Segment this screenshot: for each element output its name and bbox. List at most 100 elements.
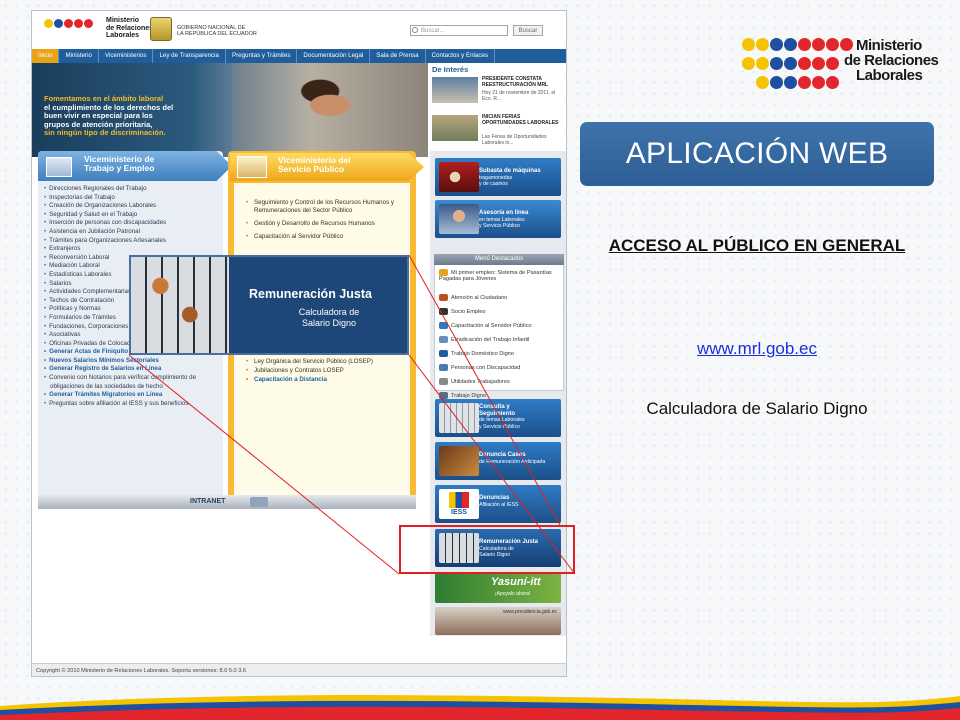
menu-item[interactable]: Trabajo Doméstico Digno xyxy=(439,350,563,357)
hero-banner: Fomentamos en el ámbito laboral el cumpl… xyxy=(32,63,428,157)
link-item[interactable]: Ley Orgánica del Servicio Público (LOSEP… xyxy=(246,358,410,366)
decent-work-icon xyxy=(439,392,448,399)
news-item[interactable]: PRESIDENTE CONSTATA REESTRUCTURACIÓN MRL… xyxy=(432,76,564,113)
menu-destacados-title: Menú Destacados xyxy=(434,254,564,265)
popup-subtitle: Calculadora de Salario Digno xyxy=(298,307,360,328)
link-item[interactable]: Seguridad y Salud en el Trabajo xyxy=(49,211,218,220)
menu-item[interactable]: Erradicación del Trabajo Infantil xyxy=(439,336,563,343)
news-desc: Las Ferias de Oportunidades Laborales in… xyxy=(482,134,547,146)
link-item[interactable]: Capacitación a Distancia xyxy=(246,376,410,384)
popup-title: Remuneración Justa xyxy=(249,287,372,301)
menu-item[interactable]: Utilidades Trabajadores xyxy=(439,378,563,385)
nav-viceministerios[interactable]: Viceministerios xyxy=(99,49,154,63)
acceso-publico-heading: ACCESO AL PÚBLICO EN GENERAL xyxy=(608,236,906,255)
menu-item[interactable]: Personas con Discapacidad xyxy=(439,364,563,371)
link-item[interactable]: Gestión y Desarrollo de Recursos Humanos xyxy=(246,220,410,228)
menu-item[interactable]: Atención al Ciudadano xyxy=(439,294,563,301)
first-job-icon xyxy=(439,269,448,276)
denuncia-casos-banner[interactable]: Denuncia Casos de Remuneración Anticipad… xyxy=(435,442,561,480)
denuncias-iess-banner[interactable]: IESS Denuncias Afiliación al IESS xyxy=(435,485,561,523)
intranet-label: INTRANET xyxy=(190,498,226,505)
denuncia-casos-label: Denuncia Casos de Remuneración Anticipad… xyxy=(479,452,546,465)
link-item[interactable]: Inserción de personas con discapacidades xyxy=(49,219,218,228)
banner-text: Fomentamos en el ámbito laboral el cumpl… xyxy=(44,94,174,137)
mrl-brand-logo xyxy=(742,38,854,94)
yasuni-banner[interactable]: Yasuní-itt ¡Apoyalo ahora! xyxy=(435,573,561,603)
consulta-banner[interactable]: Consulta y Seguimiento de temas Laborale… xyxy=(435,399,561,437)
disability-icon xyxy=(439,364,448,371)
servicio-link-list: Seguimiento y Control de los Recursos Hu… xyxy=(246,199,410,246)
menu-item[interactable]: Socio Empleo xyxy=(439,308,563,315)
site-search-input[interactable]: Buscar... xyxy=(410,25,508,36)
highlight-box xyxy=(399,525,575,574)
search-icon xyxy=(412,27,418,33)
iess-logo-icon: IESS xyxy=(439,489,479,519)
intranet-bar[interactable] xyxy=(38,495,416,509)
link-item[interactable]: Generar Registro de Salarios en Línea xyxy=(49,365,218,374)
presidencia-banner[interactable]: www.presidencia.gob.ec xyxy=(435,607,561,635)
government-label: GOBIERNO NACIONAL DE LA REPÚBLICA DEL EC… xyxy=(177,25,257,37)
menu-item[interactable]: Capacitación al Servidor Público xyxy=(439,322,563,329)
nav-documentacion-legal[interactable]: Documentación Legal xyxy=(297,49,371,63)
site-search-button[interactable]: Buscar xyxy=(513,25,543,36)
link-item[interactable]: Jubilaciones y Contratos LOSEP xyxy=(246,367,410,375)
link-item[interactable]: Convenio con Notarios para verificar cum… xyxy=(49,374,218,391)
viceministerio-trabajo-title[interactable]: Viceministerio de Trabajo y Empleo xyxy=(84,155,154,173)
calculadora-label: Calculadora de Salario Digno xyxy=(646,399,868,418)
site-mrl-logo-text: Ministerio de Relaciones Laborales xyxy=(106,17,154,39)
site-footer: Copyright © 2010 Ministerio de Relacione… xyxy=(32,663,566,676)
menu-item[interactable]: Trabajo Digno xyxy=(439,392,563,399)
nav-inicio[interactable]: Inicio xyxy=(32,49,60,63)
nav-preguntas-tramites[interactable]: Preguntas y Trámites xyxy=(226,49,298,63)
asesoria-banner[interactable]: Asesoría en línea en temas Laborales y S… xyxy=(435,200,561,238)
de-interes-panel: De Interés PRESIDENTE CONSTATA REESTRUCT… xyxy=(430,63,566,157)
denuncias-iess-label: Denuncias Afiliación al IESS xyxy=(479,495,519,508)
link-item[interactable]: Trámites para Organizaciones Artesanales xyxy=(49,237,218,246)
mrl-brand-text: Ministerio de Relaciones Laborales xyxy=(844,37,939,84)
link-item[interactable]: Nuevos Salarios Mínimos Sectoriales xyxy=(49,357,218,366)
link-item[interactable]: Direcciones Regionales del Trabajo xyxy=(49,185,218,194)
aplicacion-web-banner: APLICACIÓN WEB xyxy=(580,122,934,186)
public-servant-icon xyxy=(237,156,267,178)
news-item[interactable]: INICIAN FERIAS OPORTUNIDADES LABORALES L… xyxy=(432,114,564,151)
profits-icon xyxy=(439,378,448,385)
casino-chips-icon xyxy=(439,162,479,192)
network-icon xyxy=(250,497,268,507)
link-item[interactable]: Preguntas sobre afiliación al IESS y sus… xyxy=(49,400,218,409)
nav-sala-prensa[interactable]: Sala de Prensa xyxy=(370,49,426,63)
link-item[interactable]: Extranjeros xyxy=(49,245,218,254)
nav-ley-transparencia[interactable]: Ley de Transparencia xyxy=(153,49,226,63)
bottom-color-wave xyxy=(0,695,960,720)
mrl-website-link[interactable]: www.mrl.gob.ec xyxy=(580,339,934,359)
asesoria-label: Asesoría en línea en temas Laborales y S… xyxy=(479,210,529,230)
viceministerio-servicio-title[interactable]: Viceministerio del Servicio Público xyxy=(278,156,351,174)
remuneracion-justa-zoom: Remuneración Justa Calculadora de Salari… xyxy=(129,255,409,355)
gavel-icon xyxy=(439,446,479,476)
child-labor-icon xyxy=(439,336,448,343)
domestic-work-icon xyxy=(439,350,448,357)
nav-contactos-enlaces[interactable]: Contactos y Enlaces xyxy=(426,49,495,63)
nav-ministerio[interactable]: Ministerio xyxy=(59,49,99,63)
news-title: INICIAN FERIAS OPORTUNIDADES LABORALES xyxy=(482,114,559,126)
link-item[interactable]: Inspectorias del Trabajo xyxy=(49,194,218,203)
training-icon xyxy=(439,322,448,329)
servicio-link-list-lower: Ley Orgánica del Servicio Público (LOSEP… xyxy=(246,358,410,389)
news-thumbnail xyxy=(432,115,478,141)
coat-of-arms-icon xyxy=(150,17,172,41)
link-item[interactable]: Seguimiento y Control de los Recursos Hu… xyxy=(246,199,410,215)
site-mrl-logo[interactable] xyxy=(44,19,94,30)
subasta-banner[interactable]: Subasta de máquinas tragamonedas y de ca… xyxy=(435,158,561,196)
subasta-label: Subasta de máquinas tragamonedas y de ca… xyxy=(479,168,541,188)
site-main-nav: Inicio Ministerio Viceministerios Ley de… xyxy=(32,49,566,63)
link-item[interactable]: Capacitación al Servidor Público xyxy=(246,233,410,241)
calculator-photo xyxy=(131,257,229,353)
menu-item[interactable]: Mi primer empleo: Sistema de Pasantías P… xyxy=(439,269,563,282)
link-item[interactable]: Asistencia en Jubilación Patronal xyxy=(49,228,218,237)
de-interes-title: De Interés xyxy=(432,65,469,74)
link-item[interactable]: Generar Trámites Migratorios en Línea xyxy=(49,391,218,400)
citizen-icon xyxy=(439,294,448,301)
keyboard-icon xyxy=(439,403,479,433)
socio-empleo-icon xyxy=(439,308,448,315)
banner-photo xyxy=(232,63,428,157)
link-item[interactable]: Creación de Organizaciones Laborales xyxy=(49,202,218,211)
